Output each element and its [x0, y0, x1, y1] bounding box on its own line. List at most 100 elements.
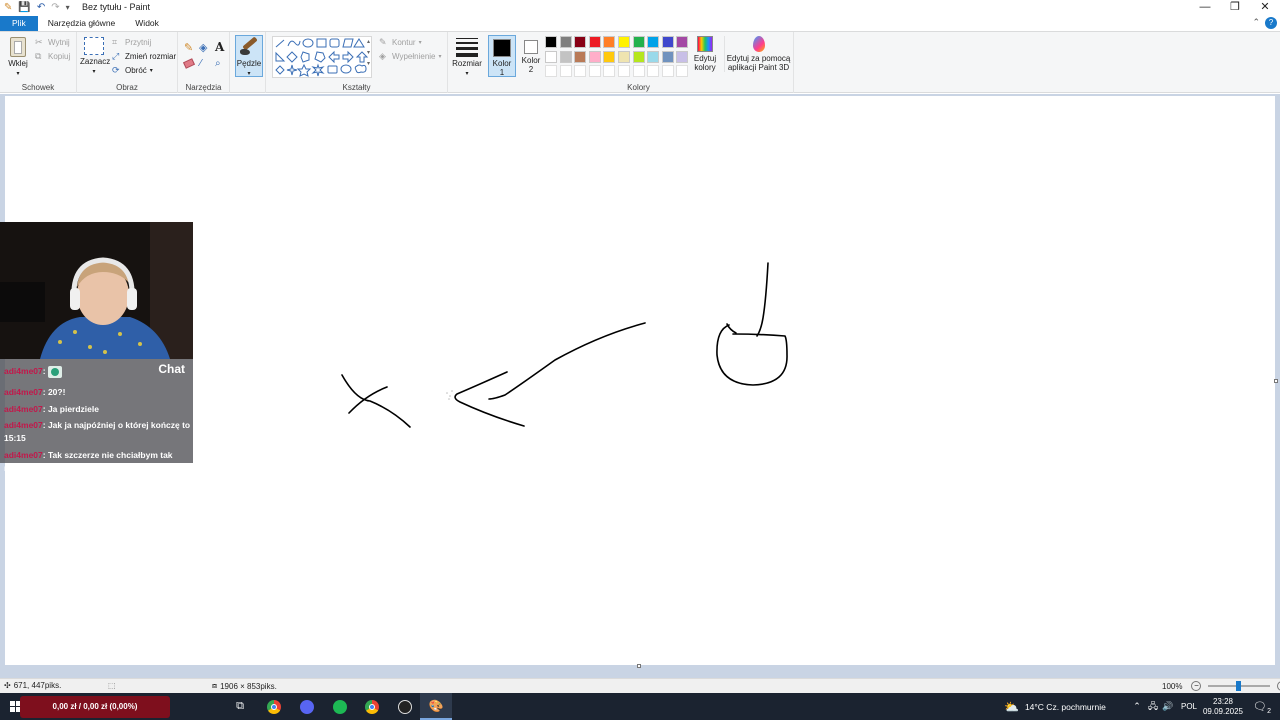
fill-button[interactable]: ◈ Wypełnienie ▾ — [379, 51, 442, 62]
notifications-button[interactable]: 🗨 2 — [1250, 693, 1271, 720]
color1-button[interactable]: Kolor 1 — [488, 35, 516, 77]
show-hidden-icons-button[interactable]: ⌃ — [1131, 693, 1143, 720]
custom-color-slot[interactable] — [603, 65, 616, 77]
save-icon[interactable]: 💾 — [18, 1, 30, 15]
color-swatch[interactable] — [588, 36, 601, 48]
zoom-slider[interactable] — [1208, 681, 1271, 691]
select-button[interactable]: Zaznacz ▾ — [80, 37, 110, 77]
custom-color-slot[interactable] — [661, 65, 674, 77]
paint-app-icon: ✎ — [4, 2, 13, 13]
weather-widget[interactable]: ⛅ 14°C Cz. pochmurnie — [1004, 693, 1119, 720]
tab-home[interactable]: Narzędzia główne — [38, 16, 126, 31]
image-dimensions-icon: ⧈ — [212, 681, 218, 690]
brushes-button[interactable]: Pędzle ▾ — [235, 35, 263, 77]
redo-icon[interactable]: ↷ — [51, 1, 59, 15]
color-swatch[interactable] — [647, 36, 660, 48]
color-picker-icon[interactable]: ⁄ — [200, 58, 202, 69]
chat-message: adi4me07: — [4, 365, 192, 378]
emote-icon — [47, 365, 62, 378]
size-button[interactable]: Rozmiar ▾ — [451, 37, 483, 79]
pencil-icon[interactable]: ✎ — [184, 41, 193, 54]
eraser-icon[interactable] — [182, 58, 196, 69]
color-swatch[interactable] — [559, 50, 572, 63]
cut-button[interactable]: ✂ Wytnij — [35, 38, 70, 48]
color-swatch[interactable] — [632, 36, 645, 48]
tab-view[interactable]: Widok — [125, 16, 169, 31]
custom-color-slot[interactable] — [676, 65, 689, 77]
custom-color-slot[interactable] — [574, 65, 587, 77]
tools-group: ✎ ◈ A ⁄ ⌕ Narzędzia — [178, 32, 230, 93]
task-view-button[interactable]: ⧉ — [230, 693, 250, 720]
custom-color-slot[interactable] — [618, 65, 630, 77]
color-swatch[interactable] — [618, 36, 630, 48]
color-swatch[interactable] — [647, 50, 660, 63]
undo-icon[interactable]: ↶ — [37, 1, 45, 15]
zoom-controls: 100% − + — [1162, 681, 1280, 691]
network-icon[interactable]: 🖧 — [1147, 693, 1159, 720]
custom-color-slot[interactable] — [545, 65, 557, 77]
close-button[interactable]: ✕ — [1250, 0, 1280, 16]
color-wheel-icon — [697, 36, 713, 52]
custom-color-slot[interactable] — [588, 65, 601, 77]
paint-taskbar-button[interactable]: 🎨 — [420, 693, 452, 720]
language-indicator[interactable]: POL — [1179, 693, 1199, 720]
text-tool-icon[interactable]: A — [215, 40, 224, 54]
custom-color-slot[interactable] — [559, 65, 572, 77]
volume-icon[interactable]: 🔊 — [1162, 693, 1174, 720]
spotify-taskbar-button[interactable] — [330, 693, 350, 720]
paste-button[interactable]: Wklej ▾ — [6, 37, 30, 79]
color-swatch[interactable] — [588, 50, 601, 63]
color-swatch[interactable] — [676, 36, 689, 48]
minimize-button[interactable]: — — [1190, 0, 1220, 16]
tab-file[interactable]: Plik — [0, 16, 38, 31]
crop-button[interactable]: ⌗ Przytnij — [112, 38, 151, 48]
canvas-resize-handle-bottom[interactable] — [637, 664, 641, 668]
windows-logo-icon — [9, 701, 21, 712]
color2-button[interactable]: Kolor 2 — [518, 35, 544, 74]
zoom-slider-thumb[interactable] — [1236, 681, 1242, 691]
magnifier-icon[interactable]: ⌕ — [215, 58, 221, 69]
shapes-scroll-icon[interactable]: ▴ ▾ ▾ — [367, 37, 370, 70]
color-swatch[interactable] — [545, 36, 557, 48]
color-swatch[interactable] — [574, 50, 587, 63]
resize-button[interactable]: ⤢ Zmień rozmiar — [112, 52, 176, 62]
drawn-apple-leaf — [726, 323, 737, 334]
color-swatch[interactable] — [603, 50, 616, 63]
help-icon[interactable]: ? — [1265, 17, 1277, 29]
canvas-resize-handle-right[interactable] — [1274, 379, 1278, 383]
color-swatch[interactable] — [618, 50, 630, 63]
drawn-arrow-shaft — [488, 322, 646, 400]
color-swatch[interactable] — [603, 36, 616, 48]
edit-colors-button[interactable]: Edytuj kolory — [690, 36, 720, 72]
discord-taskbar-button[interactable] — [297, 693, 317, 720]
clock[interactable]: 23:28 09.09.2025 — [1201, 693, 1245, 720]
color-swatch[interactable] — [661, 36, 674, 48]
fill-bucket-icon[interactable]: ◈ — [199, 41, 207, 54]
drawing-canvas[interactable] — [5, 96, 1278, 668]
color-swatch[interactable] — [545, 50, 557, 63]
color-swatch[interactable] — [574, 36, 587, 48]
custom-color-slot[interactable] — [632, 65, 645, 77]
custom-color-slot[interactable] — [647, 65, 660, 77]
collapse-ribbon-chevron-icon[interactable]: ⌃ — [1252, 17, 1260, 28]
maximize-button[interactable]: ❐ — [1220, 0, 1250, 16]
zoom-out-button[interactable]: − — [1191, 681, 1202, 691]
color-swatch[interactable] — [559, 36, 572, 48]
outline-button[interactable]: ✎ Kontur ▾ — [379, 38, 422, 48]
shapes-group-label: Kształty — [342, 83, 371, 92]
tools-group-label: Narzędzia — [185, 83, 222, 92]
title-bar: ✎ 💾 ↶ ↷ ▾ Bez tytułu - Paint — ❐ ✕ — [0, 0, 1280, 16]
paint3d-button[interactable]: Edytuj za pomocą aplikacji Paint 3D — [724, 36, 792, 72]
color-swatch[interactable] — [676, 50, 689, 63]
rotate-button[interactable]: ⟳ Obróć ▾ — [112, 66, 153, 76]
chat-message: adi4me07: Jak ja najpóźniej o której koń… — [4, 420, 191, 443]
customize-chevron-icon[interactable]: ▾ — [66, 1, 70, 15]
chrome-2-taskbar-button[interactable] — [362, 693, 382, 720]
obs-taskbar-button[interactable] — [395, 693, 415, 720]
color-swatch[interactable] — [632, 50, 645, 63]
copy-button[interactable]: ⧉ Kopiuj — [35, 52, 70, 62]
chrome-taskbar-button[interactable] — [264, 693, 284, 720]
fill-icon: ◈ — [379, 51, 386, 61]
shapes-gallery[interactable] — [272, 36, 372, 78]
color-swatch[interactable] — [661, 50, 674, 63]
